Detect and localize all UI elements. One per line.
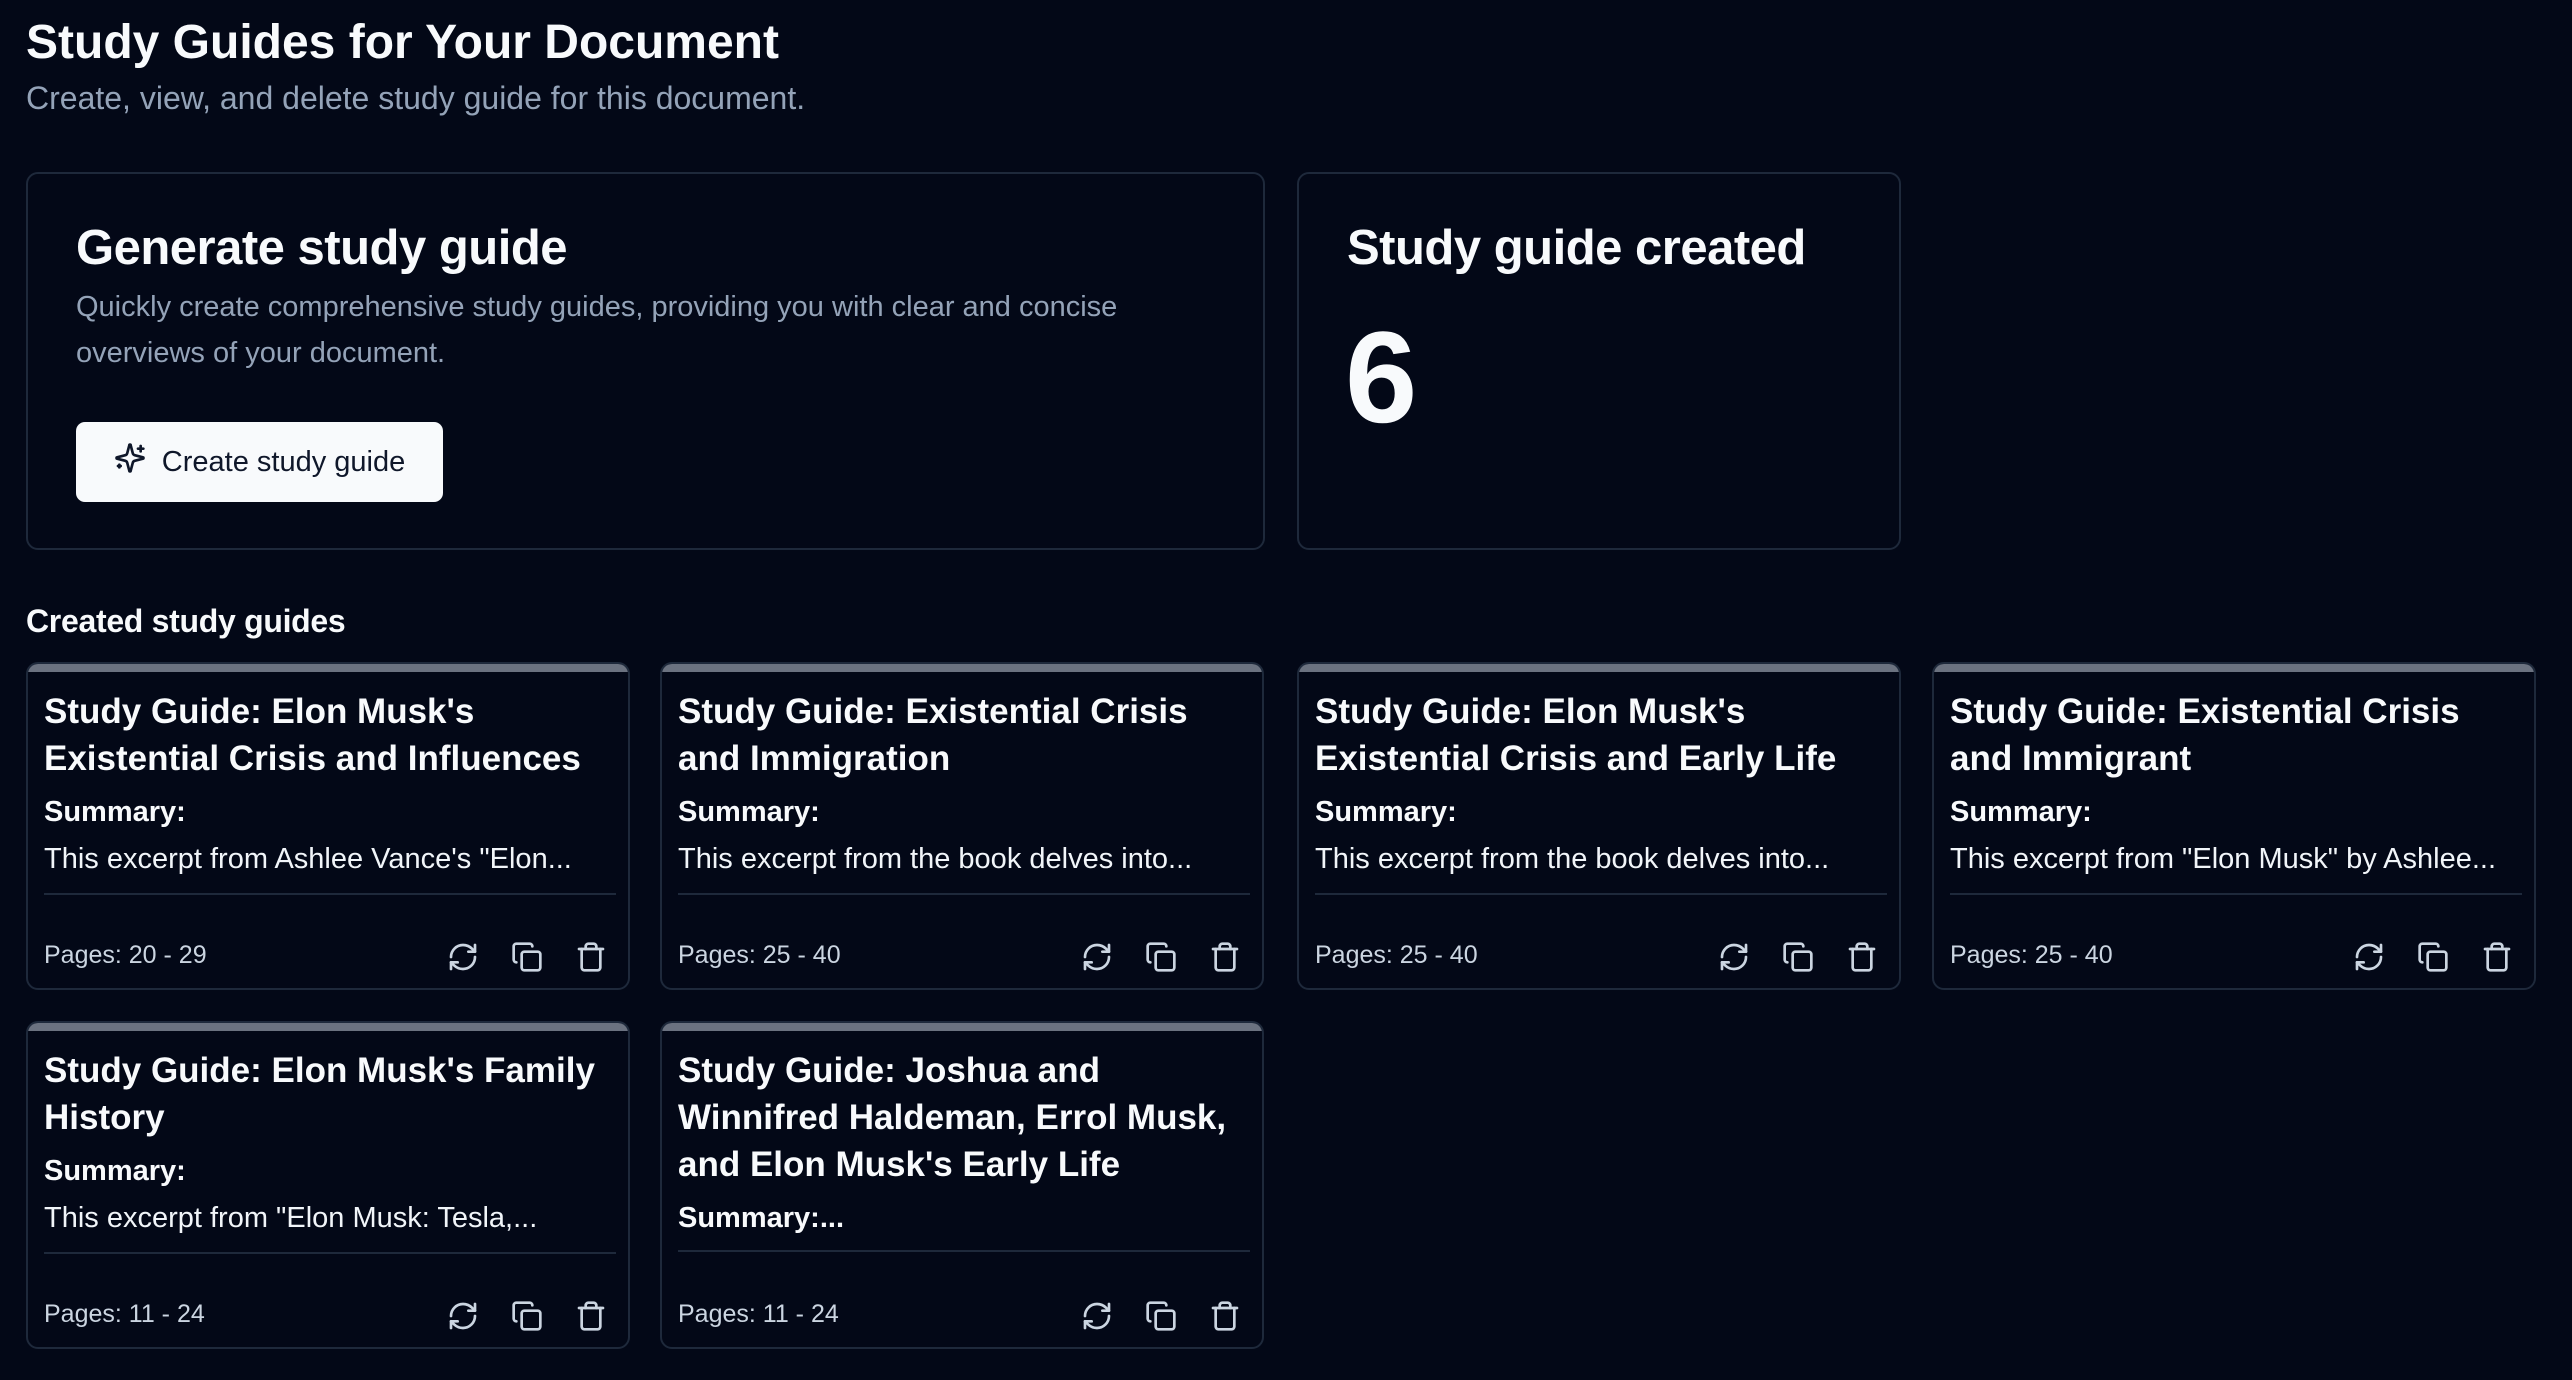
regenerate-button[interactable]	[446, 1299, 480, 1333]
summary-text: This excerpt from Ashlee Vance's "Elon..…	[44, 843, 572, 875]
summary-label: Summary:	[1950, 796, 2092, 828]
copy-icon	[511, 941, 543, 973]
card-divider	[44, 1252, 616, 1254]
summary-text: This excerpt from the book delves into..…	[1315, 843, 1830, 875]
generate-panel: Generate study guide Quickly create comp…	[26, 172, 1265, 550]
trash-icon	[2481, 941, 2513, 973]
copy-icon	[1782, 941, 1814, 973]
study-guide-card[interactable]: Study Guide: Elon Musk's Existential Cri…	[26, 662, 630, 990]
duplicate-button[interactable]	[510, 940, 544, 974]
page-range: Pages: 11 - 24	[678, 1300, 839, 1328]
refresh-icon	[1718, 941, 1750, 973]
study-guides-page: Study Guides for Your Document Create, v…	[0, 0, 2572, 1380]
duplicate-button[interactable]	[2416, 940, 2450, 974]
summary-text: This excerpt from the book delves into..…	[678, 843, 1193, 875]
regenerate-button[interactable]	[1080, 940, 1114, 974]
count-panel: Study guide created 6	[1297, 172, 1901, 550]
count-title: Study guide created	[1347, 221, 1806, 275]
page-range: Pages: 25 - 40	[1950, 941, 2113, 969]
card-divider	[44, 893, 616, 895]
trash-icon	[1846, 941, 1878, 973]
generate-title: Generate study guide	[76, 221, 568, 275]
refresh-icon	[447, 941, 479, 973]
page-range: Pages: 11 - 24	[44, 1300, 205, 1328]
delete-button[interactable]	[574, 940, 608, 974]
refresh-icon	[1081, 1300, 1113, 1332]
card-title[interactable]: Study Guide: Joshua and Winnifred Haldem…	[678, 1047, 1250, 1188]
card-divider	[1315, 893, 1887, 895]
refresh-icon	[2353, 941, 2385, 973]
duplicate-button[interactable]	[1781, 940, 1815, 974]
card-divider	[678, 1250, 1250, 1252]
count-value: 6	[1345, 304, 1418, 450]
delete-button[interactable]	[1208, 940, 1242, 974]
card-actions	[1080, 940, 1242, 974]
study-guide-card[interactable]: Study Guide: Existential Crisis and Immi…	[660, 662, 1264, 990]
trash-icon	[1209, 1300, 1241, 1332]
study-guide-card[interactable]: Study Guide: Elon Musk's Existential Cri…	[1297, 662, 1901, 990]
delete-button[interactable]	[1845, 940, 1879, 974]
trash-icon	[1209, 941, 1241, 973]
study-guide-card[interactable]: Study Guide: Joshua and Winnifred Haldem…	[660, 1021, 1264, 1349]
card-actions	[1080, 1299, 1242, 1333]
page-range: Pages: 20 - 29	[44, 941, 207, 969]
trash-icon	[575, 941, 607, 973]
card-title[interactable]: Study Guide: Elon Musk's Existential Cri…	[44, 688, 616, 782]
duplicate-button[interactable]	[1144, 940, 1178, 974]
delete-button[interactable]	[574, 1299, 608, 1333]
duplicate-button[interactable]	[1144, 1299, 1178, 1333]
copy-icon	[1145, 941, 1177, 973]
card-actions	[1717, 940, 1879, 974]
refresh-icon	[447, 1300, 479, 1332]
duplicate-button[interactable]	[510, 1299, 544, 1333]
card-actions	[446, 1299, 608, 1333]
regenerate-button[interactable]	[1080, 1299, 1114, 1333]
create-study-guide-label: Create study guide	[161, 445, 406, 478]
regenerate-button[interactable]	[2352, 940, 2386, 974]
summary-label: Summary:	[44, 796, 186, 828]
delete-button[interactable]	[1208, 1299, 1242, 1333]
card-divider	[1950, 893, 2522, 895]
copy-icon	[1145, 1300, 1177, 1332]
card-title[interactable]: Study Guide: Elon Musk's Family History	[44, 1047, 616, 1141]
summary-text: This excerpt from "Elon Musk" by Ashlee.…	[1950, 843, 2497, 875]
card-title[interactable]: Study Guide: Elon Musk's Existential Cri…	[1315, 688, 1887, 782]
create-study-guide-button[interactable]: Create study guide	[76, 422, 443, 502]
page-title: Study Guides for Your Document	[26, 16, 779, 69]
generate-description: Quickly create comprehensive study guide…	[76, 291, 1118, 369]
page-range: Pages: 25 - 40	[1315, 941, 1478, 969]
regenerate-button[interactable]	[1717, 940, 1751, 974]
summary-label: Summary:...	[678, 1202, 844, 1234]
card-title[interactable]: Study Guide: Existential Crisis and Immi…	[1950, 688, 2522, 782]
card-actions	[446, 940, 608, 974]
delete-button[interactable]	[2480, 940, 2514, 974]
page-range: Pages: 25 - 40	[678, 941, 841, 969]
study-guide-card[interactable]: Study Guide: Existential Crisis and Immi…	[1932, 662, 2536, 990]
refresh-icon	[1081, 941, 1113, 973]
page-subtitle: Create, view, and delete study guide for…	[26, 80, 806, 116]
copy-icon	[511, 1300, 543, 1332]
copy-icon	[2417, 941, 2449, 973]
regenerate-button[interactable]	[446, 940, 480, 974]
study-guide-card[interactable]: Study Guide: Elon Musk's Family History S…	[26, 1021, 630, 1349]
summary-label: Summary:	[44, 1155, 186, 1187]
summary-label: Summary:	[678, 796, 820, 828]
card-actions	[2352, 940, 2514, 974]
card-divider	[678, 893, 1250, 895]
summary-text: This excerpt from "Elon Musk: Tesla,...	[44, 1202, 538, 1234]
summary-label: Summary:	[1315, 796, 1457, 828]
card-title[interactable]: Study Guide: Existential Crisis and Immi…	[678, 688, 1250, 782]
created-guides-label: Created study guides	[26, 603, 346, 639]
sparkles-icon	[114, 442, 146, 482]
trash-icon	[575, 1300, 607, 1332]
